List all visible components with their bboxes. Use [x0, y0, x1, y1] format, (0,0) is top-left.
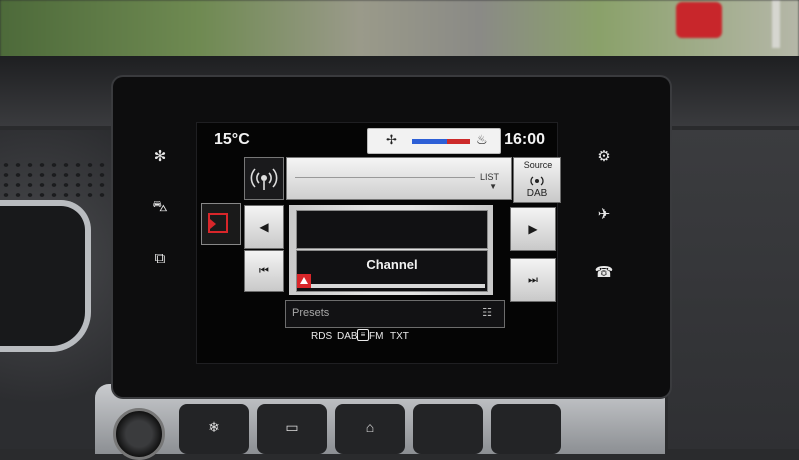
phone-book-icon[interactable]: ☎ [591, 263, 617, 283]
windshield-view [0, 0, 799, 62]
climate-widget[interactable]: ✢ ♨ [367, 128, 501, 154]
channel-label: Channel [366, 257, 418, 272]
rear-defrost-button[interactable]: ▭ [257, 404, 327, 454]
volume-knob[interactable] [113, 408, 165, 460]
dashboard-right [668, 130, 799, 449]
station-list-button[interactable]: LIST ▼ [286, 157, 512, 200]
channel-slider-thumb[interactable] [297, 274, 311, 288]
dab-toggle[interactable]: DAB [337, 331, 358, 342]
console-button-5[interactable] [491, 404, 561, 454]
seek-back-button[interactable]: ⏮ [244, 250, 284, 292]
pole-outside [772, 0, 780, 48]
plane-icon[interactable]: ✈ [591, 205, 617, 225]
red-car-outside [676, 2, 722, 38]
dab-fm-link-icon: ≡ [357, 329, 369, 341]
lock-button[interactable]: ⌂ [335, 404, 405, 454]
fan-icon: ✢ [386, 132, 397, 147]
source-signal-icon [530, 176, 544, 186]
clock: 16:00 [504, 131, 545, 148]
bottom-bar: RDS DAB ≡ FM TXT [197, 328, 557, 348]
radio-signal-icon [250, 168, 278, 190]
presets-label: Presets [292, 307, 330, 319]
equalizer-icon: ☷ [482, 307, 492, 319]
source-button[interactable]: Source DAB [513, 157, 561, 203]
list-divider [295, 177, 475, 178]
seek-forward-button[interactable]: ⏭ [510, 258, 556, 302]
front-defrost-button[interactable]: ❄ [179, 404, 249, 454]
car-icon[interactable]: ⛍ [147, 197, 173, 217]
radio-signal-button[interactable] [244, 157, 284, 200]
next-button[interactable]: ▶ [510, 207, 556, 251]
status-bar: 15°C ✢ ♨ 16:00 [197, 123, 557, 154]
source-value: DAB [526, 188, 548, 199]
console-button-4[interactable] [413, 404, 483, 454]
channel-slider-track[interactable] [309, 284, 485, 288]
previous-button[interactable]: ◀ [244, 205, 284, 249]
phone-mirror-icon[interactable]: ⧉ [147, 249, 173, 269]
fan-settings-icon[interactable]: ✻ [147, 147, 173, 167]
speaker-grille [0, 160, 110, 200]
presets-bar[interactable]: Presets ☷ [285, 300, 505, 328]
seat-heat-icon: ♨ [476, 132, 488, 147]
station-display [296, 210, 488, 249]
source-label: Source [523, 160, 553, 170]
channel-display: Channel [296, 250, 488, 292]
air-vent [0, 200, 91, 352]
list-arrow-icon: ▼ [489, 182, 497, 191]
fm-toggle[interactable]: FM [369, 331, 383, 342]
rds-toggle[interactable]: RDS [311, 331, 332, 342]
outside-temperature: 15°C [214, 131, 250, 148]
txt-toggle[interactable]: TXT [390, 331, 409, 342]
touchscreen: 15°C ✢ ♨ 16:00 LIST ▼ Source DAB Channel… [196, 122, 561, 364]
gear-icon[interactable]: ⚙ [591, 147, 617, 167]
list-label: LIST [479, 172, 499, 182]
exit-button[interactable] [201, 203, 241, 245]
exit-arrow [210, 219, 216, 229]
temperature-bar [412, 139, 470, 144]
